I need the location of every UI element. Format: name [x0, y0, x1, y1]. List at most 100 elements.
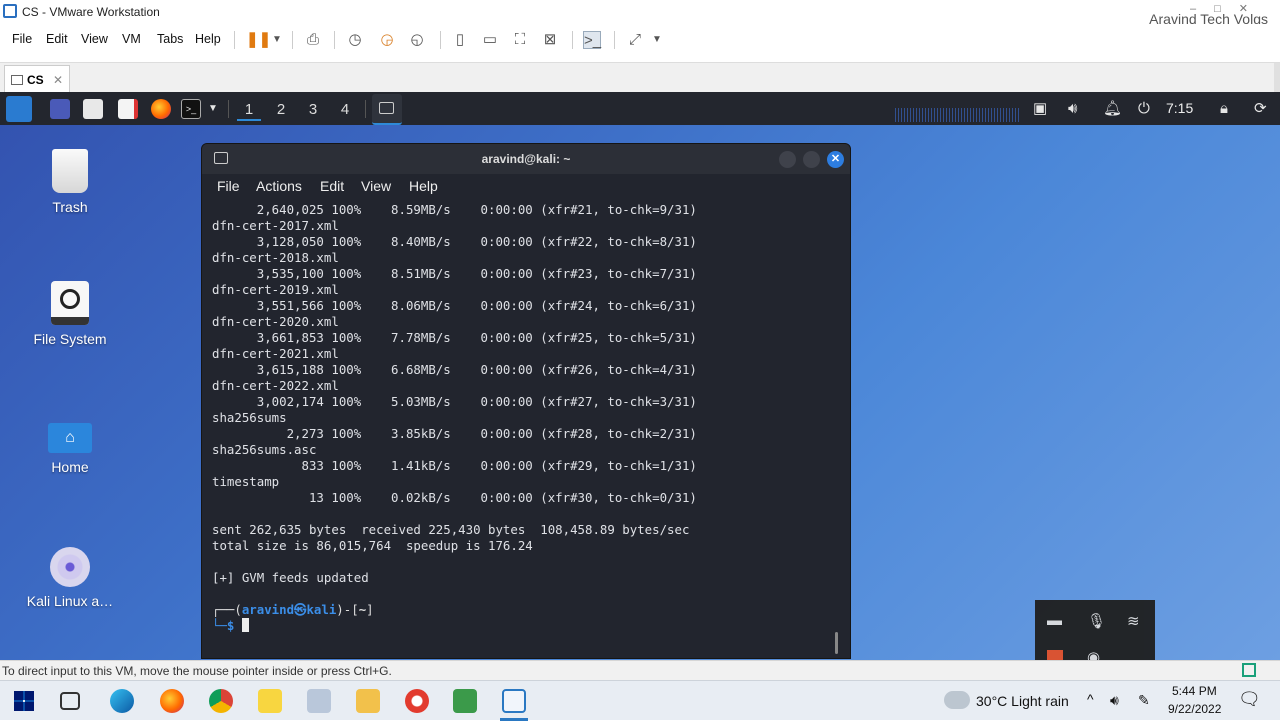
workspace-4[interactable]: 4: [333, 99, 357, 121]
vm-message-icon[interactable]: [1242, 663, 1256, 677]
windows-taskbar: 30°C Light rain ^ 🔊︎ ✎ 5:44 PM 9/22/2022…: [0, 680, 1280, 721]
chevron-up-icon[interactable]: ^: [1087, 691, 1094, 707]
snapshot-icon[interactable]: ◷: [346, 31, 364, 49]
desktop-icon-kali-disc[interactable]: Kali Linux a…: [20, 547, 120, 609]
terminal-output[interactable]: 2,640,025 100% 8.59MB/s 0:00:00 (xfr#21,…: [212, 202, 697, 634]
logout-icon[interactable]: ⟳: [1254, 99, 1267, 119]
vmware-taskbar-icon[interactable]: [502, 689, 526, 713]
terminal-window[interactable]: aravind@kali: ~ ✕ File Actions Edit View…: [201, 143, 851, 659]
workspace-1[interactable]: 1: [237, 99, 261, 121]
weather-text[interactable]: 30°C Light rain: [976, 693, 1069, 709]
terminal-line: sha256sums: [212, 410, 287, 425]
workspace-3[interactable]: 3: [301, 99, 325, 121]
file-explorer-icon[interactable]: [356, 689, 380, 713]
desktop-icon-label: Trash: [52, 199, 88, 215]
kali-menu-icon[interactable]: [6, 96, 32, 122]
taskbar-date[interactable]: 9/22/2022: [1168, 702, 1221, 716]
terminal-menu-edit[interactable]: Edit: [320, 178, 344, 194]
file-manager-icon[interactable]: [83, 99, 103, 119]
power-icon[interactable]: ⏻: [1138, 99, 1150, 119]
terminal-scrollbar[interactable]: [835, 632, 838, 654]
menu-tabs[interactable]: Tabs: [157, 32, 183, 46]
workspace-2[interactable]: 2: [269, 99, 293, 121]
terminal-menu-view[interactable]: View: [361, 178, 391, 194]
terminal-line: [+] GVM feeds updated: [212, 570, 369, 585]
taskbar-terminal-window[interactable]: [372, 94, 402, 125]
desktop-icon-trash[interactable]: Trash: [20, 149, 120, 215]
show-desktop-icon[interactable]: [50, 99, 70, 119]
chevron-down-icon[interactable]: ▼: [268, 31, 286, 49]
terminal-menu-help[interactable]: Help: [409, 178, 438, 194]
notifications-icon[interactable]: 🔔︎: [1103, 99, 1122, 119]
text-editor-icon[interactable]: [118, 99, 138, 119]
desktop-icon-file-system[interactable]: File System: [20, 281, 120, 347]
close-button[interactable]: ✕: [827, 151, 844, 168]
send-keys-icon[interactable]: ⎙: [304, 31, 322, 49]
lock-icon[interactable]: 🔒︎: [1220, 99, 1228, 119]
microphone-icon[interactable]: 🎙︎: [1087, 612, 1106, 630]
thumbnail-bar-icon[interactable]: ▭: [481, 31, 499, 49]
action-center-icon[interactable]: 🗨︎: [1238, 689, 1261, 710]
terminal-line: sent 262,635 bytes received 225,430 byte…: [212, 522, 690, 537]
firefox-icon[interactable]: [151, 99, 171, 119]
toolbar-divider: [234, 31, 235, 49]
network-icon[interactable]: ▣: [1033, 99, 1047, 119]
snapshot-manager-icon[interactable]: ◵: [408, 31, 426, 49]
unity-icon[interactable]: ⊠: [541, 31, 559, 49]
battery-icon[interactable]: ▬: [1047, 612, 1062, 629]
close-tab-icon[interactable]: ✕: [53, 73, 63, 87]
tab-cs[interactable]: CS ✕: [4, 65, 70, 93]
toolbar-divider: [614, 31, 615, 49]
terminal-line: dfn-cert-2022.xml: [212, 378, 339, 393]
menu-help[interactable]: Help: [195, 32, 221, 46]
vm-icon: [11, 75, 23, 85]
pen-icon[interactable]: ✎: [1138, 692, 1150, 709]
menu-file[interactable]: File: [12, 32, 32, 46]
menu-view[interactable]: View: [81, 32, 108, 46]
scrollbar[interactable]: [1274, 63, 1280, 93]
desktop-icon-home[interactable]: ⌂ Home: [20, 423, 120, 475]
prompt-line-bottom[interactable]: └─$: [212, 618, 697, 634]
taskbar-time[interactable]: 5:44 PM: [1172, 684, 1217, 698]
chevron-down-icon[interactable]: ▼: [648, 31, 666, 49]
snipping-tool-icon[interactable]: [307, 689, 331, 713]
edge-icon[interactable]: [110, 689, 134, 713]
console-view-icon[interactable]: >_: [583, 31, 601, 49]
desktop-icon-label: Kali Linux a…: [26, 593, 114, 609]
wifi-icon[interactable]: ≋: [1127, 612, 1140, 630]
terminal-menu-actions[interactable]: Actions: [256, 178, 302, 194]
stretch-icon[interactable]: ⤢: [626, 31, 644, 49]
drive-icon: [51, 281, 89, 325]
screen-recorder-icon[interactable]: [405, 689, 429, 713]
menu-vm[interactable]: VM: [122, 32, 141, 46]
pause-icon[interactable]: ❚❚: [246, 31, 271, 49]
revert-snapshot-icon[interactable]: ◶: [378, 31, 396, 49]
maximize-button[interactable]: [803, 151, 820, 168]
menu-edit[interactable]: Edit: [46, 32, 68, 46]
sidebar-toggle-icon[interactable]: ▯: [451, 31, 469, 49]
terminal-line: dfn-cert-2020.xml: [212, 314, 339, 329]
terminal-menu-file[interactable]: File: [217, 178, 240, 194]
fullscreen-icon[interactable]: ⛶: [511, 31, 529, 49]
chrome-icon[interactable]: [209, 689, 233, 713]
task-view-icon[interactable]: [60, 692, 80, 710]
panel-clock[interactable]: 7:15: [1166, 100, 1193, 116]
minimize-button[interactable]: [779, 151, 796, 168]
terminal-line: 3,128,050 100% 8.40MB/s 0:00:00 (xfr#22,…: [212, 234, 697, 249]
terminal-line: dfn-cert-2017.xml: [212, 218, 339, 233]
firefox-taskbar-icon[interactable]: [160, 689, 184, 713]
weather-cloud-icon[interactable]: [944, 691, 970, 709]
volume-icon[interactable]: 🔊︎: [1068, 99, 1077, 119]
speaker-icon[interactable]: 🔊︎: [1110, 692, 1119, 709]
notepad-plus-icon[interactable]: [453, 689, 477, 713]
windows-start-icon[interactable]: [14, 691, 34, 711]
terminal-icon: [214, 152, 228, 164]
vmware-status-bar: To direct input to this VM, move the mou…: [0, 660, 1280, 680]
terminal-launcher-icon[interactable]: >_: [181, 99, 201, 119]
terminal-titlebar[interactable]: aravind@kali: ~ ✕: [202, 144, 850, 174]
chevron-down-icon[interactable]: ▼: [208, 99, 218, 119]
terminal-line: 3,615,188 100% 6.68MB/s 0:00:00 (xfr#26,…: [212, 362, 697, 377]
sticky-notes-icon[interactable]: [258, 689, 282, 713]
disc-icon: [50, 547, 90, 587]
status-text: To direct input to this VM, move the mou…: [2, 664, 392, 678]
